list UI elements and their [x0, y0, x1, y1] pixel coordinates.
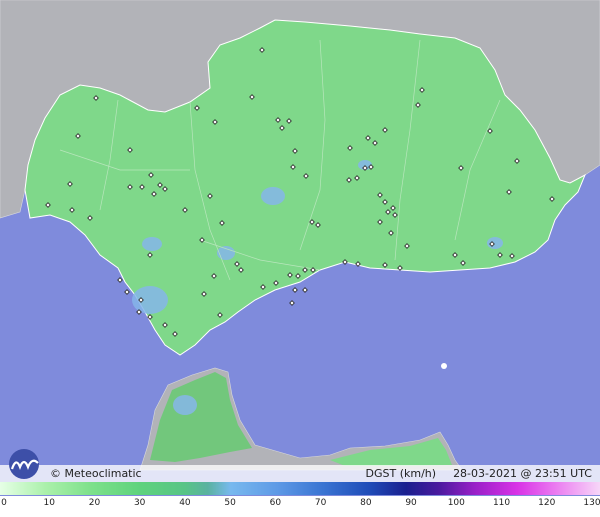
alboran-island: [441, 363, 447, 369]
scale-tick-label: 110: [492, 498, 511, 508]
scale-tick-label: 60: [269, 498, 282, 508]
scale-tick-label: 50: [224, 498, 236, 508]
scale-tick-label: 80: [360, 498, 372, 508]
color-scale-bar: [0, 482, 600, 495]
color-scale-gradient: [0, 482, 600, 495]
scale-tick-label: 100: [447, 498, 465, 508]
meteoclimatic-logo-icon: [9, 449, 39, 479]
credit-text: © Meteoclimatic: [50, 467, 142, 480]
scale-tick-label: 40: [179, 498, 191, 508]
scale-tick-label: 70: [314, 498, 327, 508]
color-scale-labels: 0 10 20 30 40 50 60 70 80 90 100 110 120 130: [0, 496, 600, 517]
timestamp-label: 28-03-2021 @ 23:51 UTC: [453, 467, 592, 480]
scale-tick-label: 20: [88, 498, 101, 508]
variable-label: DGST (km/h): [365, 467, 437, 480]
scale-tick-label: 120: [538, 498, 556, 508]
scale-tick-label: 130: [583, 498, 600, 508]
scale-tick-label: 10: [43, 498, 55, 508]
scale-tick-label: 0: [1, 498, 7, 508]
scale-tick-label: 90: [405, 498, 417, 508]
scale-tick-label: 30: [133, 498, 146, 508]
wind-gust-map: [0, 0, 600, 517]
product-label: DGST (km/h) 28-03-2021 @ 23:51 UTC: [366, 467, 592, 480]
